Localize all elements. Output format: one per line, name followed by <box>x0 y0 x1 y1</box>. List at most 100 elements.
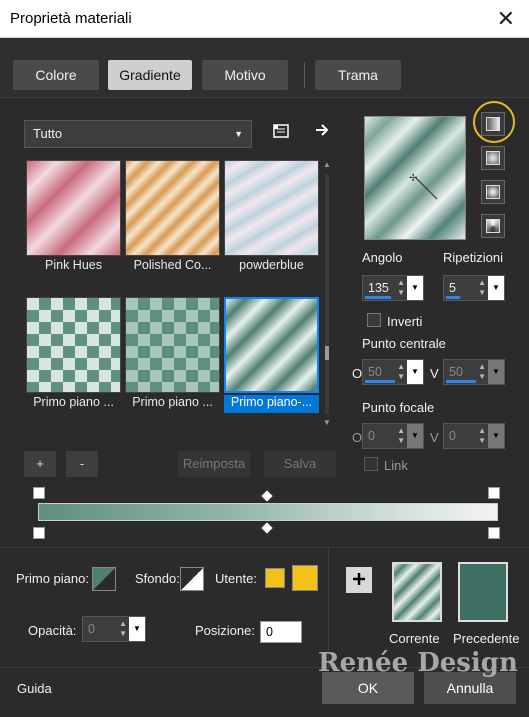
gradient-swatch <box>26 297 121 393</box>
gradient-tile-label: Primo piano-... <box>224 395 319 413</box>
invert-checkbox[interactable] <box>367 313 381 327</box>
opacity-label: Opacità: <box>28 623 77 638</box>
gradient-type-rectangular-button[interactable] <box>481 146 505 170</box>
repeats-spinner[interactable]: 5 ▲ ▼ ▼ <box>443 275 505 301</box>
opacity-spinner[interactable]: 0 ▲ ▼ ▼ <box>82 616 146 642</box>
arrow-right-icon[interactable] <box>314 122 330 142</box>
gradient-swatch <box>125 297 220 393</box>
focal-point-label: Punto focale <box>362 400 435 415</box>
spin-arrows-icon[interactable]: ▲ ▼ <box>478 278 486 298</box>
gradient-tile-label: Polished Co... <box>133 258 212 272</box>
add-swatch-button[interactable] <box>346 567 372 593</box>
center-v-value: 50 <box>449 365 463 379</box>
gradient-type-linear-button[interactable] <box>481 112 505 136</box>
tab-trama[interactable]: Trama <box>315 60 401 90</box>
chevron-down-icon[interactable]: ▼ <box>407 360 423 384</box>
repeats-label: Ripetizioni <box>443 250 503 265</box>
tab-colore[interactable]: Colore <box>13 60 99 90</box>
tab-motivo[interactable]: Motivo <box>202 60 288 90</box>
scroll-track[interactable] <box>325 174 329 414</box>
center-v-label: V <box>430 366 439 381</box>
foreground-label: Primo piano: <box>16 571 89 586</box>
user-swatch-small[interactable] <box>265 568 285 588</box>
bottom-right-stop-icon[interactable] <box>488 527 500 539</box>
sunburst-gradient-icon <box>486 185 500 199</box>
opacity-value: 0 <box>88 622 95 636</box>
gradient-tile-pink-hues[interactable]: Pink Hues <box>26 160 121 278</box>
gradient-tile-primo-piano-3[interactable]: Primo piano-... <box>224 297 319 415</box>
midpoint-bottom-marker[interactable] <box>261 522 273 534</box>
focal-o-spinner[interactable]: 0 ▲ ▼ ▼ <box>362 423 424 449</box>
radial-gradient-icon <box>486 219 500 233</box>
chevron-down-icon[interactable]: ▼ <box>407 276 423 300</box>
category-dropdown[interactable]: Tutto ▼ <box>24 120 252 148</box>
angle-label: Angolo <box>362 250 403 265</box>
gradient-tile-label: powderblue <box>239 258 304 272</box>
spin-arrows-icon[interactable]: ▲ ▼ <box>397 278 405 298</box>
center-o-label: O <box>352 366 363 381</box>
chevron-down-icon[interactable]: ▼ <box>488 276 504 300</box>
scroll-up-icon[interactable]: ▲ <box>322 160 332 169</box>
plus-icon <box>353 573 365 585</box>
link-label: Link <box>384 458 408 473</box>
library-manager-icon[interactable] <box>272 122 290 144</box>
top-left-stop-icon[interactable] <box>33 487 45 499</box>
gradient-tile-polished-copper[interactable]: Polished Co... <box>125 160 220 278</box>
previous-label: Precedente <box>453 631 520 646</box>
current-label: Corrente <box>389 631 440 646</box>
linear-gradient-icon <box>486 117 500 131</box>
spin-arrows-icon[interactable]: ▲ ▼ <box>478 362 486 382</box>
gradient-swatch <box>125 160 220 256</box>
tab-divider <box>304 62 305 88</box>
midpoint-top-marker[interactable] <box>261 490 273 502</box>
title-bar: Proprietà materiali ✕ <box>0 0 529 38</box>
remove-gradient-button[interactable]: - <box>66 451 98 477</box>
spin-arrows-icon[interactable]: ▲ ▼ <box>397 362 405 382</box>
focal-v-label: V <box>430 430 439 445</box>
foreground-swatch[interactable] <box>92 567 116 591</box>
spin-arrows-icon[interactable]: ▲ ▼ <box>478 426 486 446</box>
save-gradient-button[interactable]: Salva <box>264 451 336 477</box>
chevron-down-icon[interactable]: ▼ <box>129 617 145 641</box>
scroll-down-icon[interactable]: ▼ <box>322 418 332 427</box>
add-gradient-button[interactable]: + <box>24 451 56 477</box>
bottom-left-stop-icon[interactable] <box>33 527 45 539</box>
link-checkbox[interactable] <box>364 457 378 471</box>
gradient-type-sunburst-button[interactable] <box>481 180 505 204</box>
repeats-value: 5 <box>449 281 456 295</box>
current-swatch[interactable] <box>392 562 442 622</box>
focal-v-spinner[interactable]: 0 ▲ ▼ ▼ <box>443 423 505 449</box>
position-input[interactable]: 0 <box>260 621 302 643</box>
scroll-thumb[interactable] <box>325 346 329 360</box>
reset-button[interactable]: Reimposta <box>178 451 250 477</box>
center-v-spinner[interactable]: 50 ▲ ▼ ▼ <box>443 359 505 385</box>
rectangular-gradient-icon <box>486 151 500 165</box>
help-link[interactable]: Guida <box>17 681 52 696</box>
chevron-down-icon[interactable]: ▼ <box>407 424 423 448</box>
gradient-tile-powderblue[interactable]: powderblue <box>224 160 319 278</box>
spin-arrows-icon[interactable]: ▲ ▼ <box>397 426 405 446</box>
top-right-stop-icon[interactable] <box>488 487 500 499</box>
spin-arrows-icon[interactable]: ▲ ▼ <box>119 619 127 639</box>
chevron-down-icon[interactable]: ▼ <box>488 424 504 448</box>
preview-crosshair-icon: ✢ <box>409 173 438 200</box>
background-swatch[interactable] <box>180 567 204 591</box>
tab-bar: Colore Gradiente Motivo Trama <box>0 38 529 98</box>
gradient-tile-primo-piano-2[interactable]: Primo piano ... <box>125 297 220 415</box>
library-scrollbar[interactable]: ▲ ▼ <box>322 160 332 428</box>
repeats-slider-fill <box>446 296 460 299</box>
gradient-type-radial-button[interactable] <box>481 214 505 238</box>
gradient-editor-bar[interactable] <box>38 503 498 521</box>
gradient-preview[interactable]: ✢ <box>364 116 466 240</box>
position-label: Posizione: <box>195 623 255 638</box>
gradient-tile-primo-piano-1[interactable]: Primo piano ... <box>26 297 121 415</box>
tab-gradiente[interactable]: Gradiente <box>108 60 192 90</box>
close-icon[interactable]: ✕ <box>497 6 515 32</box>
center-o-spinner[interactable]: 50 ▲ ▼ ▼ <box>362 359 424 385</box>
chevron-down-icon[interactable]: ▼ <box>488 360 504 384</box>
gradient-swatch <box>26 160 121 256</box>
angle-spinner[interactable]: 135 ▲ ▼ ▼ <box>362 275 424 301</box>
previous-swatch[interactable] <box>458 562 508 622</box>
user-label: Utente: <box>215 571 257 586</box>
user-swatch-large[interactable] <box>292 565 318 591</box>
